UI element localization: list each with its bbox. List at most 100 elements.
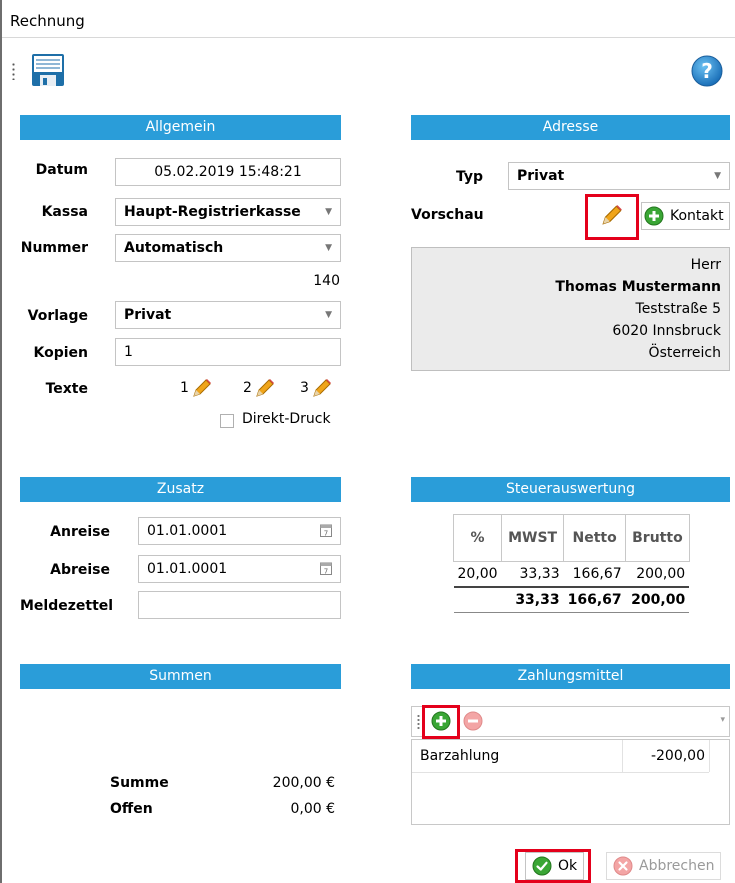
nummer-hint: 140 xyxy=(313,273,340,289)
section-steuerauswertung: Steuerauswertung xyxy=(411,477,730,502)
title-separator xyxy=(2,37,735,38)
tax-cell: 200,00 xyxy=(636,566,686,582)
pencil-icon xyxy=(602,205,622,225)
svg-text:?: ? xyxy=(701,59,713,83)
toolbar-grip-icon[interactable] xyxy=(12,62,15,80)
chevron-down-icon: ▼ xyxy=(325,207,332,217)
overflow-icon[interactable]: ▾ xyxy=(720,715,725,725)
remove-icon xyxy=(463,711,483,731)
text-1-button[interactable]: 1 xyxy=(180,374,213,402)
kopien-label: Kopien xyxy=(33,345,88,361)
preview-land: Österreich xyxy=(648,345,721,361)
tax-total-cell xyxy=(454,587,502,613)
add-icon xyxy=(644,206,664,226)
text-2-label: 2 xyxy=(243,380,252,396)
chevron-down-icon: ▼ xyxy=(714,171,721,181)
edit-address-button[interactable] xyxy=(600,203,626,229)
kontakt-button[interactable]: Kontakt xyxy=(641,202,730,230)
abbrechen-button[interactable]: Abbrechen xyxy=(606,852,722,880)
tax-total-cell: 166,67 xyxy=(567,592,622,608)
pencil-icon xyxy=(193,379,211,397)
list-item[interactable]: Barzahlung -200,00 xyxy=(412,740,709,773)
tax-total-cell: 200,00 xyxy=(631,592,686,608)
kassa-select[interactable]: Haupt-Registrierkasse ▼ xyxy=(115,198,341,226)
toolbar-grip-icon[interactable] xyxy=(417,714,420,730)
ok-button[interactable]: Ok xyxy=(525,852,585,880)
typ-label: Typ xyxy=(455,169,483,185)
nummer-value: Automatisch xyxy=(124,240,224,256)
preview-ort: 6020 Innsbruck xyxy=(612,323,721,339)
tax-total-cell: 33,33 xyxy=(515,592,560,608)
svg-text:7: 7 xyxy=(324,530,328,538)
kopien-field[interactable]: 1 xyxy=(115,338,341,366)
tax-cell: 20,00 xyxy=(457,566,498,582)
calendar-icon[interactable]: 7 xyxy=(320,523,332,537)
offen-value: 0,00 € xyxy=(290,801,335,817)
vorlage-label: Vorlage xyxy=(27,308,88,324)
anreise-field[interactable]: 01.01.0001 7 xyxy=(138,517,341,545)
meldezettel-field[interactable] xyxy=(138,591,341,619)
vorlage-value: Privat xyxy=(124,307,172,323)
payment-name: Barzahlung xyxy=(420,748,500,764)
typ-value: Privat xyxy=(517,168,565,184)
nummer-select[interactable]: Automatisch ▼ xyxy=(115,234,341,262)
svg-text:7: 7 xyxy=(324,568,328,576)
section-summen: Summen xyxy=(20,664,341,689)
tax-col-brutto[interactable]: Brutto xyxy=(625,514,690,562)
tax-table: % MWST Netto Brutto 20,00 33,33 166,67 2… xyxy=(452,514,690,613)
address-preview: Herr Thomas Mustermann Teststraße 5 6020… xyxy=(411,247,730,371)
preview-anrede: Herr xyxy=(690,257,721,273)
kassa-value: Haupt-Registrierkasse xyxy=(124,204,301,220)
column-divider xyxy=(622,740,623,772)
text-1-label: 1 xyxy=(180,380,189,396)
kassa-label: Kassa xyxy=(41,204,88,220)
abreise-label: Abreise xyxy=(50,562,110,578)
payment-amount: -200,00 xyxy=(650,748,705,764)
pencil-icon xyxy=(313,379,331,397)
direktdruck-checkbox[interactable] xyxy=(220,414,234,428)
text-3-label: 3 xyxy=(300,380,309,396)
chevron-down-icon: ▼ xyxy=(325,310,332,320)
text-3-button[interactable]: 3 xyxy=(300,374,333,402)
section-zahlungsmittel: Zahlungsmittel xyxy=(411,664,730,689)
help-button[interactable]: ? xyxy=(691,55,723,87)
direktdruck-label: Direkt-Druck xyxy=(242,411,331,427)
abreise-field[interactable]: 01.01.0001 7 xyxy=(138,555,341,583)
add-icon xyxy=(431,711,451,731)
text-2-button[interactable]: 2 xyxy=(243,374,276,402)
tax-col-percent[interactable]: % xyxy=(452,514,503,562)
texte-label: Texte xyxy=(45,381,88,397)
abbrechen-label: Abbrechen xyxy=(639,858,715,874)
vorlage-select[interactable]: Privat ▼ xyxy=(115,301,341,329)
remove-payment-button[interactable] xyxy=(463,711,483,735)
check-icon xyxy=(532,856,552,876)
save-button[interactable] xyxy=(30,52,66,88)
anreise-value: 01.01.0001 xyxy=(147,523,228,539)
calendar-icon[interactable]: 7 xyxy=(320,561,332,575)
save-icon xyxy=(32,54,64,86)
section-zusatz: Zusatz xyxy=(20,477,341,502)
datum-label: Datum xyxy=(35,162,88,178)
tax-total-row: 33,33 166,67 200,00 xyxy=(453,587,690,613)
summe-label: Summe xyxy=(110,775,169,791)
pencil-icon xyxy=(256,379,274,397)
kontakt-label: Kontakt xyxy=(670,208,724,224)
summe-value: 200,00 € xyxy=(272,775,335,791)
window-border xyxy=(0,0,2,883)
help-icon: ? xyxy=(691,55,723,87)
section-adresse: Adresse xyxy=(411,115,730,140)
vorschau-label: Vorschau xyxy=(411,207,484,223)
tax-header-row: % MWST Netto Brutto xyxy=(452,514,690,562)
tax-cell: 166,67 xyxy=(572,566,622,582)
table-row[interactable]: 20,00 33,33 166,67 200,00 xyxy=(454,562,690,588)
add-payment-button[interactable] xyxy=(431,711,451,735)
offen-label: Offen xyxy=(110,801,153,817)
tax-col-netto[interactable]: Netto xyxy=(563,514,627,562)
tax-col-mwst[interactable]: MWST xyxy=(501,514,565,562)
tax-cell: 33,33 xyxy=(519,566,560,582)
window-title: Rechnung xyxy=(10,12,85,30)
payment-list: Barzahlung -200,00 xyxy=(411,739,730,825)
section-allgemein: Allgemein xyxy=(20,115,341,140)
typ-select[interactable]: Privat ▼ xyxy=(508,162,730,190)
datum-field[interactable]: 05.02.2019 15:48:21 xyxy=(115,158,341,186)
